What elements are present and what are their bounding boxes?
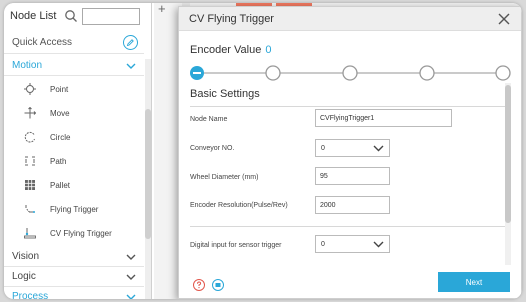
step-5[interactable]	[495, 65, 511, 81]
category-label: Logic	[12, 271, 36, 282]
conveyor-select[interactable]: 0	[315, 139, 390, 157]
list-item[interactable]: Path	[4, 149, 144, 173]
move-icon	[20, 107, 40, 119]
list-item[interactable]: Pallet	[4, 173, 144, 197]
node-name-input[interactable]: CVFlyingTrigger1	[315, 109, 452, 127]
node-search-input[interactable]	[82, 8, 140, 25]
next-button[interactable]: Next	[438, 272, 510, 292]
step-2[interactable]	[265, 65, 281, 81]
wheel-diameter-label: Wheel Diameter (mm)	[190, 174, 259, 181]
path-icon	[20, 155, 40, 167]
list-item[interactable]: Move	[4, 101, 144, 125]
chevron-down-icon	[373, 241, 384, 247]
dialog-title: CV Flying Trigger	[189, 12, 274, 25]
category-vision[interactable]: Vision	[4, 247, 144, 267]
item-label: Pallet	[50, 180, 71, 190]
quick-access-label: Quick Access	[12, 37, 73, 48]
edit-icon[interactable]	[123, 35, 138, 50]
category-label: Motion	[12, 60, 43, 71]
list-item[interactable]: Point	[4, 77, 144, 101]
info-icon[interactable]	[212, 279, 224, 291]
node-name-label: Node Name	[190, 116, 228, 123]
list-item[interactable]: Circle	[4, 125, 144, 149]
encoder-resolution-input[interactable]: 2000	[315, 196, 390, 214]
close-icon[interactable]	[497, 12, 511, 26]
cv-flying-trigger-icon	[20, 227, 40, 239]
section-title: Basic Settings	[190, 88, 260, 100]
search-icon[interactable]	[64, 9, 78, 23]
item-label: Move	[50, 108, 70, 118]
digital-input-label: Digital input for sensor trigger	[190, 242, 282, 249]
node-list-scrollbar[interactable]	[145, 59, 151, 299]
point-icon	[20, 83, 40, 95]
step-4[interactable]	[419, 65, 435, 81]
category-label: Vision	[12, 251, 40, 262]
item-label: Path	[50, 156, 67, 166]
list-item[interactable]: Flying Trigger	[4, 197, 144, 221]
category-motion[interactable]: Motion	[4, 56, 144, 76]
conveyor-value: 0	[321, 144, 325, 152]
chevron-down-icon	[373, 145, 384, 151]
chevron-down-icon	[126, 254, 136, 260]
category-logic[interactable]: Logic	[4, 267, 144, 287]
dialog-header: CV Flying Trigger	[179, 7, 521, 31]
quick-access-row[interactable]: Quick Access	[4, 32, 144, 54]
chevron-down-icon	[126, 274, 136, 280]
node-list-panel: Node List Quick Access Motion Point Move…	[4, 3, 152, 299]
chevron-down-icon	[126, 294, 136, 299]
step-3[interactable]	[342, 65, 358, 81]
pallet-icon	[20, 179, 40, 191]
category-label: Process	[12, 291, 49, 299]
item-label: CV Flying Trigger	[50, 228, 112, 238]
digital-input-select[interactable]: 0	[315, 235, 390, 253]
chevron-down-icon	[126, 63, 136, 69]
encoder-value: 0	[265, 44, 272, 56]
motion-node-list: Point Move Circle Path Pallet Flying Tri…	[4, 77, 144, 245]
encoder-resolution-label: Encoder Resolution(Pulse/Rev)	[190, 202, 288, 209]
scrollbar-thumb[interactable]	[505, 85, 511, 223]
app-frame: + Node List Quick Access Motion Point Mo…	[4, 3, 522, 299]
help-icon[interactable]	[193, 279, 205, 291]
cv-flying-trigger-dialog: CV Flying Trigger Encoder Value 0 Basic …	[178, 6, 522, 299]
dialog-scrollbar[interactable]	[505, 83, 511, 265]
encoder-value-row: Encoder Value 0	[190, 44, 271, 56]
section-divider	[190, 226, 510, 227]
wheel-diameter-input[interactable]: 95	[315, 167, 390, 185]
item-label: Point	[50, 84, 69, 94]
node-list-title: Node List	[10, 10, 57, 22]
list-item[interactable]: CV Flying Trigger	[4, 221, 144, 245]
category-process[interactable]: Process	[4, 287, 144, 299]
circle-icon	[20, 131, 40, 143]
item-label: Circle	[50, 132, 71, 142]
encoder-value-label: Encoder Value	[190, 44, 262, 56]
flying-trigger-icon	[20, 203, 40, 215]
conveyor-label: Conveyor NO.	[190, 145, 235, 152]
item-label: Flying Trigger	[50, 204, 99, 214]
digital-input-value: 0	[321, 240, 325, 248]
scrollbar-thumb[interactable]	[145, 109, 151, 239]
step-progress	[190, 65, 511, 81]
add-tab-icon[interactable]: +	[158, 3, 170, 15]
section-divider	[190, 106, 510, 107]
